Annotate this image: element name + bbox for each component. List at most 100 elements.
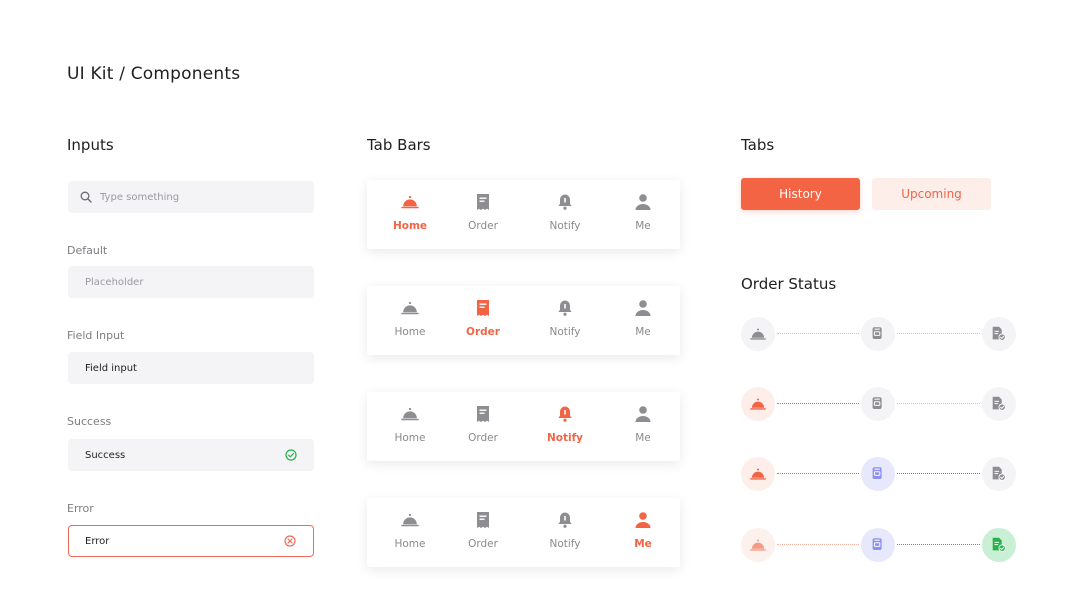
order-status-step-2 bbox=[861, 387, 895, 421]
order-status-step-3 bbox=[982, 457, 1016, 491]
order-status-connector bbox=[777, 544, 859, 545]
tabs-section-title: Tabs bbox=[741, 136, 775, 154]
tab-bar-label: Order bbox=[466, 326, 500, 338]
tab-history[interactable]: History bbox=[741, 178, 860, 210]
tab-bar-label: Home bbox=[394, 432, 426, 444]
search-field[interactable] bbox=[68, 181, 314, 213]
tab-bar-label: Me bbox=[635, 432, 651, 444]
bag-icon bbox=[872, 538, 882, 550]
tab-bar-item-me[interactable]: Me bbox=[613, 498, 673, 567]
cloche-icon bbox=[401, 514, 419, 527]
tab-bar-item-notify[interactable]: Notify bbox=[535, 180, 595, 249]
order-status-step-2 bbox=[861, 528, 895, 562]
bag-icon bbox=[872, 397, 882, 409]
order-status-row bbox=[741, 387, 1016, 421]
default-input[interactable] bbox=[85, 276, 265, 288]
tab-bar-item-home[interactable]: Home bbox=[380, 392, 440, 461]
tab-bar-label: Notify bbox=[546, 432, 584, 444]
field-input-label: Field Input bbox=[67, 329, 125, 342]
tab-bar-item-order[interactable]: Order bbox=[453, 180, 513, 249]
tab-bar-item-me[interactable]: Me bbox=[613, 180, 673, 249]
default-label: Default bbox=[67, 244, 108, 257]
order-status-row bbox=[741, 528, 1016, 562]
tab-upcoming[interactable]: Upcoming bbox=[872, 178, 991, 210]
order-status-step-1 bbox=[741, 528, 775, 562]
check-circle-icon bbox=[285, 449, 297, 461]
tab-bar-item-home[interactable]: Home bbox=[380, 180, 440, 249]
order-status-step-3 bbox=[982, 317, 1016, 351]
tab-bar-home-active: Home Order Notify Me bbox=[367, 180, 680, 249]
default-field[interactable] bbox=[68, 266, 314, 298]
success-field[interactable] bbox=[68, 439, 314, 471]
tab-bar-item-notify[interactable]: Notify bbox=[535, 392, 595, 461]
tab-bar-label: Notify bbox=[549, 326, 581, 338]
tab-bar-item-home[interactable]: Home bbox=[380, 286, 440, 355]
order-status-step-1 bbox=[741, 387, 775, 421]
order-status-connector bbox=[777, 403, 859, 404]
cloche-icon bbox=[401, 302, 419, 315]
cloche-icon bbox=[750, 539, 766, 551]
tab-bar-label: Notify bbox=[549, 220, 581, 232]
tab-bar-label: Order bbox=[468, 538, 498, 550]
order-status-section-title: Order Status bbox=[741, 275, 837, 293]
tab-bar-order-active: Home Order Notify Me bbox=[367, 286, 680, 355]
error-label: Error bbox=[67, 502, 94, 515]
cloche-icon bbox=[401, 408, 419, 421]
receipt-icon bbox=[477, 406, 489, 422]
tab-bar-item-order[interactable]: Order bbox=[453, 498, 513, 567]
tab-bar-label: Home bbox=[394, 538, 426, 550]
cloche-icon bbox=[750, 468, 766, 480]
tab-bar-notify-active: Home Order Notify Me bbox=[367, 392, 680, 461]
tab-bar-item-home[interactable]: Home bbox=[380, 498, 440, 567]
document-check-icon bbox=[992, 537, 1006, 552]
order-status-connector bbox=[897, 333, 980, 334]
tab-bar-label: Me bbox=[635, 326, 651, 338]
search-input[interactable] bbox=[100, 191, 280, 203]
cloche-icon bbox=[750, 398, 766, 410]
error-field[interactable] bbox=[68, 525, 314, 557]
page-title: UI Kit / Components bbox=[67, 64, 241, 84]
document-check-icon bbox=[992, 326, 1006, 341]
order-status-connector bbox=[897, 544, 980, 545]
bag-icon bbox=[872, 467, 882, 479]
order-status-step-1 bbox=[741, 317, 775, 351]
order-status-connector bbox=[777, 473, 859, 474]
success-input[interactable] bbox=[85, 449, 265, 461]
user-icon bbox=[635, 300, 651, 316]
bag-icon bbox=[872, 327, 882, 339]
bell-icon bbox=[558, 406, 572, 422]
bell-icon bbox=[558, 194, 572, 210]
tab-bar-label: Order bbox=[468, 220, 498, 232]
order-status-step-2 bbox=[861, 457, 895, 491]
tab-bar-item-order[interactable]: Order bbox=[453, 392, 513, 461]
tab-bar-item-notify[interactable]: Notify bbox=[535, 498, 595, 567]
tab-bar-item-notify[interactable]: Notify bbox=[535, 286, 595, 355]
tab-bar-label: Order bbox=[468, 432, 498, 444]
order-status-step-1 bbox=[741, 457, 775, 491]
receipt-icon bbox=[477, 512, 489, 528]
error-circle-icon bbox=[284, 535, 296, 547]
tab-bar-item-order[interactable]: Order bbox=[453, 286, 513, 355]
bell-icon bbox=[558, 300, 572, 316]
cloche-icon bbox=[401, 196, 419, 209]
tab-bar-item-me[interactable]: Me bbox=[613, 286, 673, 355]
inputs-section-title: Inputs bbox=[67, 136, 114, 154]
document-check-icon bbox=[992, 396, 1006, 411]
tab-bar-me-active: Home Order Notify Me bbox=[367, 498, 680, 567]
user-icon bbox=[635, 194, 651, 210]
order-status-step-3 bbox=[982, 528, 1016, 562]
cloche-icon bbox=[750, 328, 766, 340]
tab-bars-section-title: Tab Bars bbox=[367, 136, 431, 154]
tab-bar-label: Home bbox=[394, 326, 426, 338]
document-check-icon bbox=[992, 466, 1006, 481]
tab-bar-label: Notify bbox=[549, 538, 581, 550]
user-icon bbox=[635, 406, 651, 422]
tab-bar-item-me[interactable]: Me bbox=[613, 392, 673, 461]
tab-bar-label: Me bbox=[634, 538, 652, 550]
order-status-row bbox=[741, 457, 1016, 491]
user-icon bbox=[635, 512, 651, 528]
error-input[interactable] bbox=[85, 535, 265, 547]
field-input-field[interactable] bbox=[68, 352, 314, 384]
field-input-input[interactable] bbox=[85, 362, 265, 374]
search-icon bbox=[80, 191, 92, 203]
